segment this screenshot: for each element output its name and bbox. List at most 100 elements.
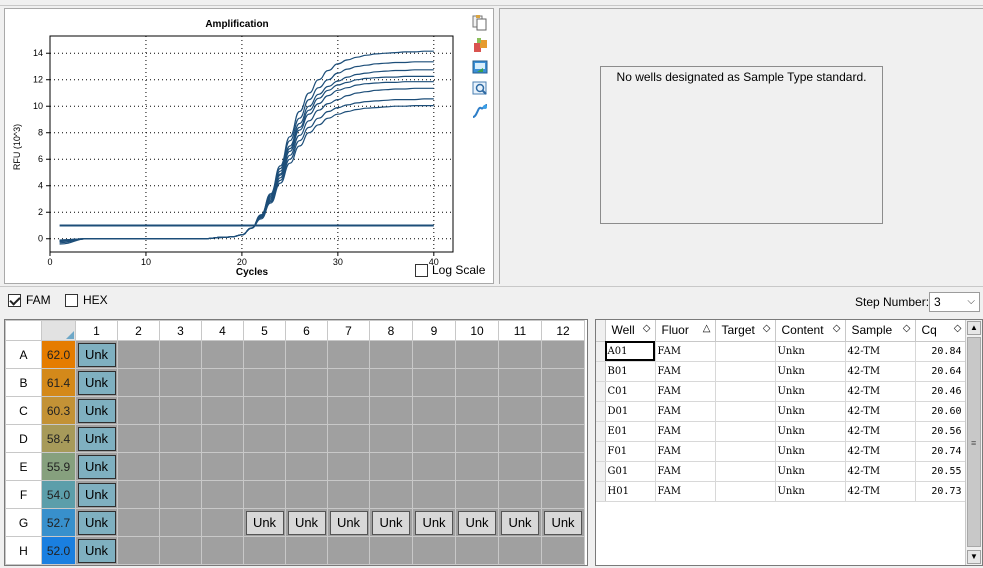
sort-icon[interactable]: ◇ <box>763 323 771 334</box>
plate-well[interactable]: Unk <box>75 536 118 565</box>
cell-target[interactable] <box>715 401 776 422</box>
plate-well[interactable] <box>412 368 456 397</box>
cell-sample[interactable]: 42-TM <box>845 361 916 382</box>
well-unknown-sample[interactable]: Unk <box>329 510 368 535</box>
plate-well[interactable] <box>159 452 202 481</box>
plate-well[interactable]: Unk <box>75 508 118 537</box>
plate-well[interactable] <box>159 508 202 537</box>
table-row[interactable]: D01 FAM Unkn 42-TM 20.60 <box>596 401 967 422</box>
plate-well[interactable] <box>541 480 585 509</box>
cell-cq[interactable]: 20.73 <box>915 481 967 502</box>
plate-well[interactable] <box>412 340 456 369</box>
sort-icon[interactable]: ◇ <box>954 323 962 334</box>
well-unknown-sample[interactable]: Unk <box>245 510 284 535</box>
cell-content[interactable]: Unkn <box>775 441 846 462</box>
plate-well[interactable]: Unk <box>75 480 118 509</box>
plate-well[interactable] <box>455 340 499 369</box>
plate-well[interactable] <box>498 536 542 565</box>
plate-well[interactable] <box>369 424 413 453</box>
cell-sample[interactable]: 42-TM <box>845 341 916 362</box>
cell-content[interactable]: Unkn <box>775 361 846 382</box>
plate-well[interactable]: Unk <box>498 508 542 537</box>
plate-well[interactable] <box>159 340 202 369</box>
column-header-target[interactable]: Target ◇ <box>715 320 776 342</box>
plate-row-header[interactable]: F <box>5 480 42 509</box>
cell-target[interactable] <box>715 441 776 462</box>
save-image-icon[interactable] <box>471 58 489 76</box>
plate-well[interactable] <box>498 340 542 369</box>
plate-well[interactable] <box>412 536 456 565</box>
plate-well[interactable] <box>201 340 244 369</box>
cell-content[interactable]: Unkn <box>775 381 846 402</box>
plate-well[interactable] <box>117 368 160 397</box>
well-unknown-sample[interactable]: Unk <box>501 510 539 535</box>
plate-well[interactable] <box>117 340 160 369</box>
plate-well[interactable] <box>498 480 542 509</box>
well-unknown-sample[interactable]: Unk <box>372 510 410 535</box>
plate-well[interactable]: Unk <box>412 508 456 537</box>
plate-well[interactable] <box>455 368 499 397</box>
plate-well[interactable]: Unk <box>243 508 286 537</box>
plate-column-header[interactable]: 1 <box>75 320 118 341</box>
plate-well[interactable] <box>159 536 202 565</box>
cell-cq[interactable]: 20.60 <box>915 401 967 422</box>
plate-well[interactable] <box>541 340 585 369</box>
cell-cq[interactable]: 20.64 <box>915 361 967 382</box>
well-unknown-sample[interactable]: Unk <box>77 454 116 479</box>
plate-well[interactable]: Unk <box>455 508 499 537</box>
cell-sample[interactable]: 42-TM <box>845 401 916 422</box>
plate-well[interactable] <box>498 396 542 425</box>
plate-well[interactable] <box>327 424 370 453</box>
cell-fluor[interactable]: FAM <box>655 341 716 362</box>
plate-well[interactable] <box>541 536 585 565</box>
plate-well[interactable]: Unk <box>75 396 118 425</box>
amplification-curve-2[interactable] <box>59 61 434 241</box>
cell-fluor[interactable]: FAM <box>655 441 716 462</box>
row-selector[interactable] <box>596 341 606 362</box>
plate-well[interactable] <box>285 536 328 565</box>
plate-well[interactable] <box>285 368 328 397</box>
well-unknown-sample[interactable]: Unk <box>287 510 326 535</box>
table-row[interactable]: F01 FAM Unkn 42-TM 20.74 <box>596 441 967 462</box>
plate-row-header[interactable]: E <box>5 452 42 481</box>
amplification-curve-5[interactable] <box>59 81 434 242</box>
sort-icon[interactable]: ◇ <box>833 323 841 334</box>
plate-well[interactable] <box>243 536 286 565</box>
plate-column-header[interactable]: 6 <box>285 320 328 341</box>
cell-well[interactable]: H01 <box>605 481 656 502</box>
table-row[interactable]: C01 FAM Unkn 42-TM 20.46 <box>596 381 967 402</box>
cell-fluor[interactable]: FAM <box>655 401 716 422</box>
scroll-up-icon[interactable]: ▲ <box>967 321 981 335</box>
fluor-toggle-fam[interactable]: FAM <box>8 293 51 307</box>
plate-well[interactable] <box>201 536 244 565</box>
plate-well[interactable] <box>243 452 286 481</box>
plate-well[interactable] <box>327 396 370 425</box>
cell-well[interactable]: C01 <box>605 381 656 402</box>
cell-target[interactable] <box>715 381 776 402</box>
plate-well[interactable] <box>455 480 499 509</box>
fluor-toggle-hex[interactable]: HEX <box>65 293 108 307</box>
cell-cq[interactable]: 20.74 <box>915 441 967 462</box>
cell-content[interactable]: Unkn <box>775 461 846 482</box>
cell-target[interactable] <box>715 361 776 382</box>
plate-corner-select-all[interactable] <box>41 320 76 341</box>
plate-well[interactable] <box>201 452 244 481</box>
row-selector[interactable] <box>596 401 606 422</box>
well-unknown-sample[interactable]: Unk <box>77 398 116 423</box>
plate-well[interactable] <box>369 340 413 369</box>
plate-well[interactable] <box>243 396 286 425</box>
plate-well[interactable]: Unk <box>75 368 118 397</box>
sort-icon[interactable]: ◇ <box>903 323 911 334</box>
table-row[interactable]: A01 FAM Unkn 42-TM 20.84 <box>596 341 967 362</box>
amplification-curve-8[interactable] <box>59 104 434 245</box>
well-unknown-sample[interactable]: Unk <box>544 510 582 535</box>
plate-well[interactable] <box>498 452 542 481</box>
plate-well[interactable] <box>369 396 413 425</box>
plate-well[interactable] <box>541 424 585 453</box>
plate-column-header[interactable]: 3 <box>159 320 202 341</box>
cell-sample[interactable]: 42-TM <box>845 381 916 402</box>
plate-well[interactable] <box>117 452 160 481</box>
plate-well[interactable] <box>201 396 244 425</box>
step-number-select[interactable]: 3 ⌵ <box>929 292 980 312</box>
zoom-icon[interactable] <box>471 80 489 98</box>
